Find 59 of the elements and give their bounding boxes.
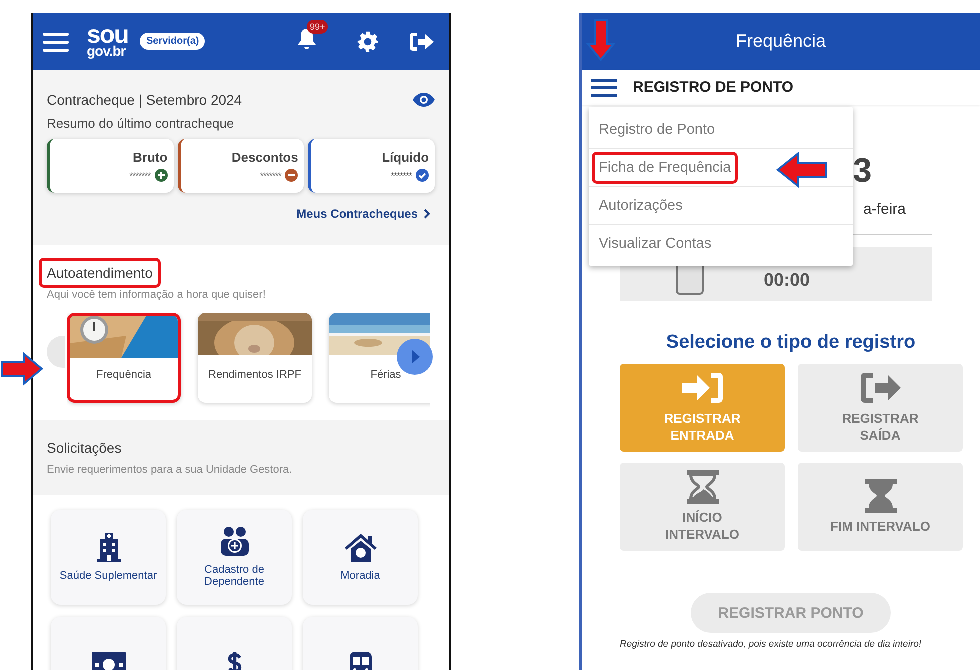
menu-item[interactable]: Registro de Ponto [589,111,853,149]
service-card[interactable]: Rendimentos IRPF [198,313,312,403]
arrow-icon [586,18,616,62]
menu-item[interactable]: Visualizar Contas [589,225,853,262]
section-subtitle: Envie requerimentos para a sua Unidade Gestora. [47,464,294,476]
section-subtitle: Resumo do último contracheque [47,116,236,131]
masked-value: ******* [260,170,282,180]
exit-icon [858,371,902,406]
card-label: Férias [370,368,402,384]
payslips-link[interactable]: Meus Contracheques [296,207,418,221]
chevron-right-icon[interactable] [424,209,431,219]
tile-label: Moradia [340,570,380,582]
card-label: Bruto [133,150,168,165]
menu-item[interactable]: Autorizações [589,187,853,225]
eye-icon[interactable] [413,93,435,107]
card-label: Líquido [382,150,430,165]
house-icon [344,532,378,563]
register-option-button[interactable]: REGISTRAR SAÍDA [798,364,963,452]
hours-value: 00:00 [764,270,810,290]
masked-value: ******* [130,170,151,180]
section-title: Autoatendimento [39,258,161,288]
settings-icon[interactable] [357,30,379,52]
request-tile[interactable]: Saúde Suplementar [51,510,166,605]
register-option-button[interactable]: INÍCIO INTERVALO [620,463,785,551]
section-title: Selecione o tipo de registro [665,332,917,354]
screen-title: Frequência [736,31,826,52]
notification-badge: 99+ [307,20,328,34]
service-card[interactable]: Frequência [67,313,181,403]
summary-card[interactable]: Bruto ******* [47,139,174,193]
card-label: Frequência [95,368,153,384]
enter-icon [680,371,724,406]
minus-icon [285,169,298,182]
card-label: Rendimentos IRPF [208,368,302,384]
menu-icon[interactable] [43,32,69,52]
card-label: Descontos [232,150,298,165]
request-tile[interactable]: Cadastro de Dependente [177,510,292,605]
logo-text: gov.br [87,46,126,58]
register-option-button[interactable]: FIM INTERVALO [798,463,963,551]
plus-icon [154,169,168,182]
tile-label: Cadastro de Dependente [204,564,266,588]
role-badge: Servidor(a) [140,33,206,50]
date-number: 3 [853,152,872,191]
request-tile[interactable]: Moradia [303,510,418,605]
weekday-text: a-feira [863,201,906,218]
summary-card[interactable]: Líquido ******* [308,139,436,193]
logo-text: sou [87,24,128,46]
check-icon [416,169,430,182]
section-subtitle: Aqui você tem informação a hora que quiser! [47,289,267,301]
summary-card[interactable]: Descontos ******* [178,139,304,193]
arrow-icon [0,352,44,386]
status-note: Registro de ponto desativado, pois existe uma ocorrência de dia inteiro! [620,639,923,650]
tile-label: Saúde Suplementar [60,570,158,582]
toolbar-title: REGISTRO DE PONTO [633,79,794,96]
arrow-icon [776,152,828,188]
menu-icon [591,78,617,96]
logout-icon[interactable] [409,30,435,52]
section-title: Contracheque | Setembro 2024 [47,92,242,108]
masked-value: ******* [390,170,412,180]
section-title: Solicitações [47,440,122,456]
